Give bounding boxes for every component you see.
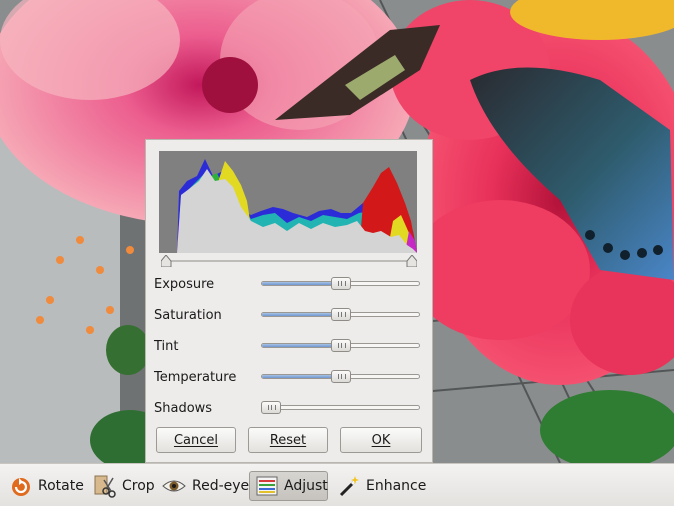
red-eye-button[interactable]: Red-eye — [156, 471, 255, 501]
enhance-button[interactable]: Enhance — [332, 471, 432, 501]
tint-slider-thumb[interactable] — [330, 339, 351, 352]
adjust-label: Adjust — [284, 478, 328, 494]
temperature-label: Temperature — [154, 370, 237, 385]
crop-button[interactable]: Crop — [86, 471, 161, 501]
histogram-range-slider[interactable] — [160, 254, 418, 268]
rotate-label: Rotate — [38, 478, 84, 494]
temperature-slider-thumb[interactable] — [330, 370, 351, 383]
crop-icon — [92, 474, 116, 498]
cancel-button[interactable]: Cancel — [156, 427, 236, 453]
temperature-row: Temperature — [154, 368, 424, 388]
shadows-slider-thumb[interactable] — [261, 401, 282, 414]
enhance-label: Enhance — [366, 478, 427, 494]
tint-row: Tint — [154, 337, 424, 357]
crop-label: Crop — [122, 478, 155, 494]
exposure-slider-thumb[interactable] — [330, 277, 351, 290]
saturation-label: Saturation — [154, 308, 222, 323]
reset-button[interactable]: Reset — [248, 427, 328, 453]
saturation-row: Saturation — [154, 306, 424, 326]
exposure-label: Exposure — [154, 277, 215, 292]
histogram-high-handle[interactable] — [406, 254, 418, 268]
ok-button[interactable]: OK — [340, 427, 422, 453]
histogram — [159, 151, 417, 253]
shadows-row: Shadows — [154, 399, 424, 419]
rotate-icon — [10, 475, 32, 497]
temperature-slider[interactable] — [261, 370, 420, 383]
tint-label: Tint — [154, 339, 179, 354]
eye-icon — [162, 476, 186, 496]
exposure-slider[interactable] — [261, 277, 420, 290]
exposure-row: Exposure — [154, 275, 424, 295]
edit-toolbar: Rotate Crop Red-eye Adjust Enhance — [0, 463, 674, 506]
histogram-low-handle[interactable] — [160, 254, 172, 268]
red-eye-label: Red-eye — [192, 478, 250, 494]
adjust-dialog: Exposure Saturation Tint Temperature Sha… — [145, 139, 433, 463]
adjust-icon — [256, 476, 278, 496]
shadows-slider[interactable] — [261, 401, 420, 414]
tint-slider[interactable] — [261, 339, 420, 352]
saturation-slider[interactable] — [261, 308, 420, 321]
saturation-slider-thumb[interactable] — [330, 308, 351, 321]
rotate-button[interactable]: Rotate — [4, 471, 90, 501]
magic-wand-icon — [338, 475, 360, 497]
adjust-button[interactable]: Adjust — [249, 471, 328, 501]
shadows-label: Shadows — [154, 401, 213, 416]
